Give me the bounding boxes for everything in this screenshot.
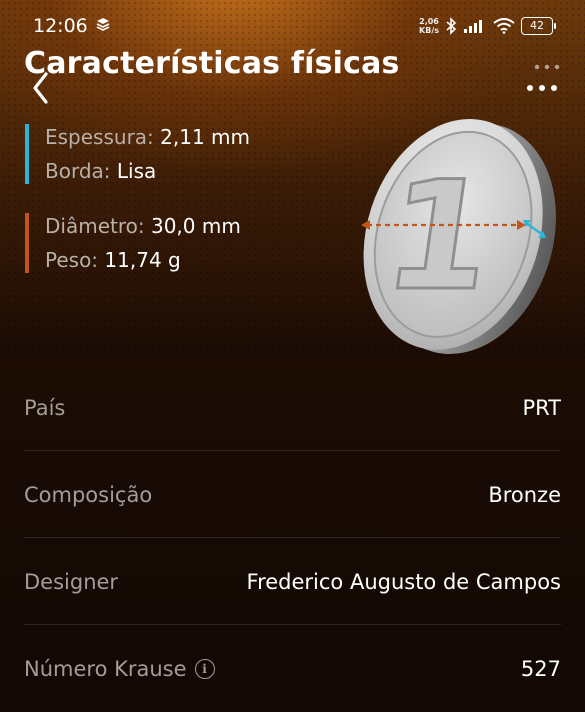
detail-row-krause: Número Krause i 527 — [24, 626, 561, 712]
network-speed: 2,06 KB/s — [419, 17, 439, 35]
battery-indicator: 42 — [521, 17, 556, 35]
spec-weight: Peso: 11,74 g — [45, 248, 181, 272]
krause-label: Número Krause — [24, 657, 187, 681]
composition-value: Bronze — [488, 483, 561, 507]
more-options-icon[interactable] — [526, 82, 558, 94]
detail-row-composition: Composição Bronze — [24, 452, 561, 538]
back-arrow-icon[interactable] — [30, 70, 50, 106]
weight-label: Peso: — [45, 248, 99, 272]
spec-thickness: Espessura: 2,11 mm — [45, 125, 250, 149]
portugal-flag-icon — [488, 396, 512, 420]
row-divider — [24, 450, 561, 451]
edge-label: Borda: — [45, 159, 111, 183]
accent-bar-blue — [25, 124, 29, 184]
network-speed-unit: KB/s — [419, 26, 439, 35]
edge-value: Lisa — [116, 159, 157, 183]
country-value: PRT — [522, 396, 561, 420]
diameter-label: Diâmetro: — [45, 214, 145, 238]
designer-value: Frederico Augusto de Campos — [246, 570, 561, 594]
wifi-icon — [493, 18, 515, 34]
info-icon[interactable]: i — [194, 659, 215, 679]
composition-label: Composição — [24, 483, 153, 507]
layers-icon — [96, 18, 110, 31]
signal-icon — [464, 20, 482, 33]
diameter-value: 30,0 mm — [150, 214, 241, 238]
spec-diameter: Diâmetro: 30,0 mm — [45, 214, 241, 238]
more-dots-faint-icon — [534, 64, 560, 70]
spec-edge: Borda: Lisa — [45, 159, 156, 183]
row-divider — [24, 624, 561, 625]
thickness-label: Espessura: — [45, 125, 154, 149]
krause-label-wrap: Número Krause i — [24, 626, 215, 712]
coin-illustration: 1 — [361, 119, 556, 355]
country-label: País — [24, 396, 66, 420]
krause-value: 527 — [520, 657, 561, 681]
network-speed-value: 2,06 — [419, 17, 439, 26]
accent-bar-orange — [25, 213, 29, 273]
country-value-wrap: PRT — [488, 365, 561, 451]
designer-label: Designer — [24, 570, 119, 594]
status-time: 12:06 — [33, 15, 88, 37]
status-bar: 12:06 2,06 KB/s 42 — [0, 0, 585, 52]
bluetooth-icon — [446, 17, 457, 35]
weight-value: 11,74 g — [104, 248, 181, 272]
status-icons: 2,06 KB/s 42 — [419, 14, 556, 38]
thickness-value: 2,11 mm — [160, 125, 251, 149]
detail-row-country: País PRT — [24, 365, 561, 451]
detail-row-designer: Designer Frederico Augusto de Campos — [24, 539, 561, 625]
row-divider — [24, 537, 561, 538]
page-title: Características físicas — [24, 46, 400, 81]
